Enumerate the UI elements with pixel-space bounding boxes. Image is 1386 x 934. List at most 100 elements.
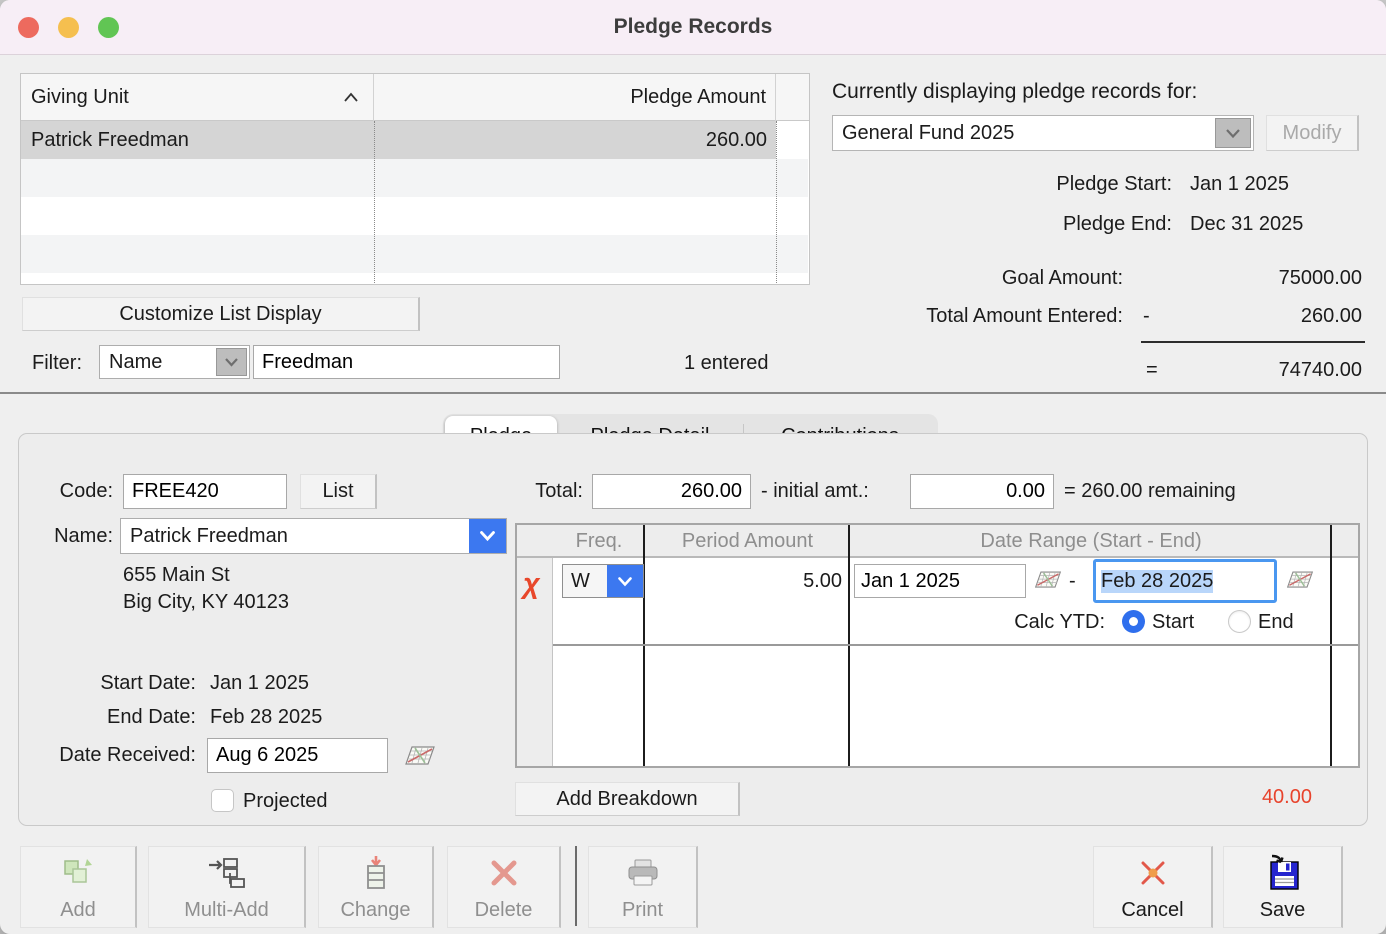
window-title: Pledge Records — [0, 0, 1386, 54]
calendar-picker-icon[interactable] — [1033, 569, 1063, 591]
period-amount-value: 5.00 — [649, 568, 842, 594]
chevron-down-icon — [1215, 118, 1251, 148]
chevron-down-icon — [216, 348, 247, 376]
table-row[interactable]: Patrick Freedman 260.00 — [21, 121, 776, 159]
giving-unit-name: Patrick Freedman — [21, 129, 189, 152]
filter-field-select[interactable]: Name — [99, 345, 250, 379]
column-header-date-range: Date Range (Start - End) — [850, 525, 1332, 558]
fund-select[interactable]: General Fund 2025 — [832, 115, 1254, 151]
column-header-period-amount: Period Amount — [645, 525, 850, 558]
delete-button[interactable]: Delete — [447, 846, 561, 928]
customize-list-display-button[interactable]: Customize List Display — [22, 297, 420, 331]
filter-text-input[interactable] — [253, 345, 560, 379]
pledge-amount-value: 260.00 — [706, 129, 776, 152]
initial-amount-input[interactable] — [910, 474, 1054, 509]
delete-icon — [487, 847, 521, 899]
entered-count: 1 entered — [684, 346, 769, 380]
row-gutter: χ — [517, 558, 553, 766]
date-received-input[interactable] — [207, 738, 388, 773]
button-label: Add — [60, 899, 96, 922]
calc-ytd-end-radio[interactable] — [1228, 610, 1251, 633]
chevron-down-icon — [469, 519, 506, 553]
button-label: Save — [1260, 899, 1306, 922]
remaining-text: = 260.00 remaining — [1064, 474, 1236, 509]
list-button[interactable]: List — [300, 474, 377, 509]
change-icon — [363, 847, 389, 899]
cancel-icon — [1135, 847, 1171, 899]
giving-table-header: Giving Unit Pledge Amount — [21, 74, 809, 121]
button-label: Change — [340, 899, 410, 922]
button-label: Print — [622, 899, 663, 922]
button-label: Multi-Add — [184, 899, 268, 922]
projected-checkbox[interactable] — [211, 789, 234, 812]
goal-amount-value: 75000.00 — [1180, 265, 1362, 291]
total-input[interactable] — [592, 474, 751, 509]
column-header-pledge-amount[interactable]: Pledge Amount — [374, 74, 776, 121]
add-button[interactable]: Add — [20, 846, 137, 928]
subtraction-rule — [1141, 341, 1365, 343]
filter-field-value: Name — [100, 346, 214, 378]
start-date-value: Jan 1 2025 — [210, 670, 309, 696]
calc-ytd-end-label: End — [1258, 609, 1294, 635]
name-select[interactable]: Patrick Freedman — [120, 518, 507, 554]
button-label: Cancel — [1121, 899, 1183, 922]
print-button[interactable]: Print — [588, 846, 698, 928]
total-entered-label: Total Amount Entered: — [860, 303, 1123, 329]
save-button[interactable]: Save — [1223, 846, 1343, 928]
column-divider — [776, 121, 777, 283]
pledge-records-window: Pledge Records Giving Unit Pledge Amount… — [0, 0, 1386, 934]
column-label: Freq. — [576, 530, 623, 553]
equals-sign: = — [1146, 357, 1158, 383]
calendar-picker-icon[interactable] — [1285, 569, 1315, 591]
section-divider — [0, 392, 1386, 394]
end-date-value: Feb 28 2025 — [210, 704, 322, 730]
frequency-value: W — [563, 565, 607, 597]
table-row-empty[interactable] — [21, 235, 808, 273]
frequency-select[interactable]: W — [562, 564, 644, 598]
pledge-end-label: Pledge End: — [960, 211, 1172, 237]
code-input[interactable] — [123, 474, 287, 509]
button-label: Modify — [1283, 122, 1342, 145]
button-label: Delete — [475, 899, 533, 922]
table-row-empty[interactable] — [21, 273, 808, 283]
pledge-start-label: Pledge Start: — [960, 171, 1172, 197]
toolbar-separator — [575, 846, 577, 926]
giving-unit-table: Giving Unit Pledge Amount Patrick Freedm… — [20, 73, 810, 285]
date-range-end-input[interactable]: Feb 28 2025 — [1093, 559, 1277, 603]
calc-ytd-start-radio[interactable] — [1122, 610, 1145, 633]
initial-amount-label: - initial amt.: — [761, 474, 869, 509]
column-label: Giving Unit — [31, 86, 129, 109]
add-breakdown-button[interactable]: Add Breakdown — [515, 782, 740, 816]
chevron-down-icon — [607, 565, 643, 597]
table-row-empty[interactable] — [21, 197, 808, 235]
modify-button[interactable]: Modify — [1266, 115, 1359, 151]
name-select-value: Patrick Freedman — [121, 519, 469, 553]
delete-row-icon[interactable]: χ — [523, 570, 540, 599]
uncommitted-amount: 40.00 — [1180, 784, 1312, 810]
total-label: Total: — [510, 474, 583, 509]
title-bar: Pledge Records — [0, 0, 1386, 55]
address-line1: 655 Main St — [123, 562, 230, 588]
table-row-empty[interactable] — [21, 159, 808, 197]
date-range-start-input[interactable] — [854, 564, 1026, 598]
calc-ytd-start-label: Start — [1152, 609, 1194, 635]
range-dash: - — [1069, 568, 1076, 594]
print-icon — [625, 847, 661, 899]
breakdown-table: Freq. Period Amount Date Range (Start - … — [515, 523, 1360, 768]
calendar-picker-icon[interactable] — [403, 744, 437, 768]
column-divider — [374, 121, 375, 283]
multi-add-button[interactable]: Multi-Add — [148, 846, 306, 928]
minus-sign: - — [1143, 303, 1150, 329]
multi-add-icon — [206, 847, 248, 899]
cancel-button[interactable]: Cancel — [1093, 846, 1213, 928]
change-button[interactable]: Change — [318, 846, 434, 928]
total-entered-value: 260.00 — [1180, 303, 1362, 329]
goal-amount-label: Goal Amount: — [860, 265, 1123, 291]
button-label: Customize List Display — [119, 303, 321, 326]
projected-label: Projected — [243, 789, 328, 813]
add-icon — [60, 847, 96, 899]
giving-table-body: Patrick Freedman 260.00 — [21, 121, 809, 283]
column-label: Pledge Amount — [630, 86, 766, 109]
filter-label: Filter: — [32, 346, 82, 380]
column-header-giving-unit[interactable]: Giving Unit — [21, 74, 374, 121]
